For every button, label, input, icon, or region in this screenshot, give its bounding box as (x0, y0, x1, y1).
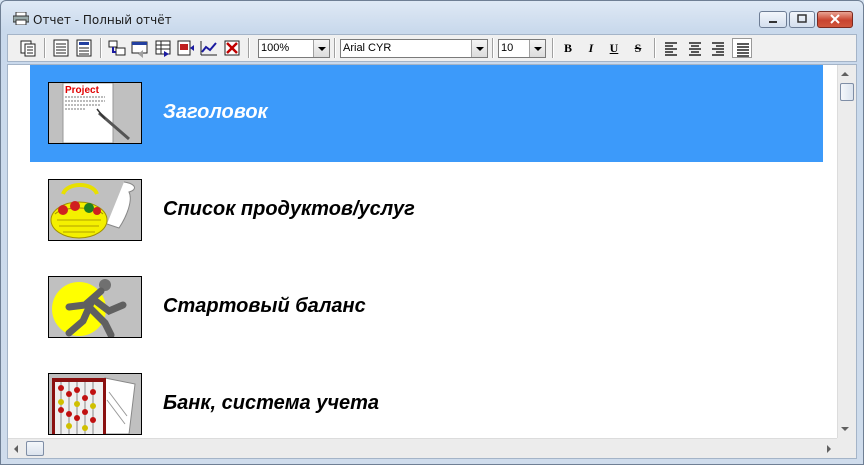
title-bar[interactable]: Отчет - Полный отчёт (1, 1, 863, 33)
underline-button[interactable]: U (604, 39, 624, 58)
toolbar-separator (492, 38, 494, 58)
font-size-select[interactable]: 10 (498, 39, 546, 58)
report-view: Project Заголовок Список продуктов/услуг… (7, 64, 857, 459)
vertical-scrollbar[interactable] (837, 65, 856, 438)
toolbar-separator (654, 38, 656, 58)
font-size-value: 10 (501, 42, 514, 54)
report-section-list[interactable]: Project Заголовок Список продуктов/услуг… (8, 65, 837, 438)
runner-icon (48, 276, 142, 338)
section-label: Заголовок (163, 101, 268, 123)
chevron-down-icon[interactable] (529, 40, 545, 57)
section-label: Банк, система учета (163, 392, 380, 414)
project-thumb-text: Project (65, 85, 100, 96)
scroll-right-icon[interactable] (827, 445, 831, 453)
section-bank-accounting[interactable]: Банк, система учета (30, 356, 823, 438)
project-document-icon: Project (48, 82, 142, 144)
structure-icon[interactable] (107, 38, 127, 58)
align-center-icon[interactable] (685, 38, 705, 58)
chart-icon[interactable] (199, 38, 219, 58)
italic-button[interactable]: I (581, 39, 601, 58)
scroll-down-icon[interactable] (841, 427, 849, 431)
minimize-button[interactable] (759, 11, 787, 28)
section-products[interactable]: Список продуктов/услуг (30, 162, 823, 259)
close-button[interactable] (817, 11, 853, 28)
toolbar-separator (44, 38, 46, 58)
delete-icon[interactable] (222, 38, 242, 58)
scrollbar-thumb[interactable] (26, 441, 44, 456)
align-right-icon[interactable] (708, 38, 728, 58)
font-select[interactable]: Arial CYR (340, 39, 488, 58)
report-detail-icon[interactable] (74, 38, 94, 58)
strikethrough-button[interactable]: S (628, 39, 648, 58)
toolbar-separator (552, 38, 554, 58)
horizontal-scrollbar[interactable] (8, 438, 837, 458)
fruit-basket-icon (48, 179, 142, 241)
font-value: Arial CYR (343, 42, 392, 54)
maximize-button[interactable] (789, 11, 815, 28)
toolbar-separator (100, 38, 102, 58)
scrollbar-corner (837, 438, 856, 458)
scroll-left-icon[interactable] (14, 445, 18, 453)
chevron-down-icon[interactable] (313, 40, 329, 57)
table-icon[interactable] (153, 38, 173, 58)
report-window: Отчет - Полный отчёт 100% Arial CYR 10 B… (0, 0, 864, 465)
scroll-up-icon[interactable] (841, 72, 849, 76)
report-list-icon[interactable] (51, 38, 71, 58)
section-start-balance[interactable]: Стартовый баланс (30, 259, 823, 356)
abacus-icon (48, 373, 142, 435)
toolbar-separator (334, 38, 336, 58)
sheet-export-icon[interactable] (176, 38, 196, 58)
scrollbar-thumb[interactable] (840, 83, 854, 101)
zoom-select[interactable]: 100% (258, 39, 330, 58)
section-label: Стартовый баланс (163, 295, 366, 317)
toolbar-separator (248, 38, 250, 58)
export-icon[interactable] (130, 38, 150, 58)
align-justify-icon[interactable] (732, 38, 752, 58)
printer-icon (12, 11, 30, 26)
window-title: Отчет - Полный отчёт (33, 13, 172, 27)
toolbar: 100% Arial CYR 10 B I U S (7, 34, 857, 62)
align-left-icon[interactable] (661, 38, 681, 58)
section-label: Список продуктов/услуг (163, 198, 415, 220)
section-header[interactable]: Project Заголовок (30, 65, 823, 162)
copy-icon[interactable] (18, 38, 38, 58)
bold-button[interactable]: B (558, 39, 578, 58)
chevron-down-icon[interactable] (471, 40, 487, 57)
zoom-value: 100% (261, 42, 290, 54)
